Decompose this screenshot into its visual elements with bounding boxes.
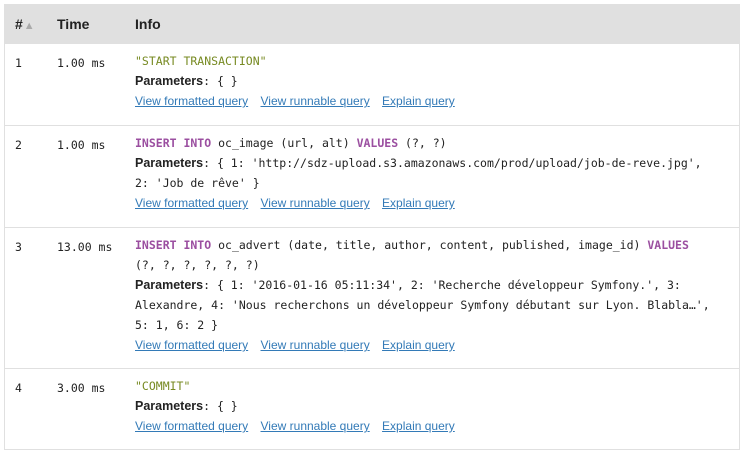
parameters-continued: 2: 'Job de rêve' } <box>135 176 260 190</box>
parameters-value: : { } <box>203 399 238 413</box>
parameters-label: Parameters <box>135 74 204 88</box>
sql-keyword: INSERT INTO <box>135 136 212 150</box>
row-info: INSERT INTO oc_advert (date, title, auth… <box>135 235 729 355</box>
explain-query-link[interactable]: Explain query <box>382 338 455 352</box>
parameters-continued: Alexandre, 4: 'Nous recherchons un dével… <box>135 298 710 312</box>
table-header: #▲ Time Info <box>5 5 739 44</box>
parameters-value: : { 1: '2016-01-16 05:11:34', 2: 'Recher… <box>203 278 681 292</box>
row-time: 1.00 ms <box>57 56 106 70</box>
explain-query-link[interactable]: Explain query <box>382 196 455 210</box>
sql-text: INSERT INTO oc_advert (date, title, auth… <box>135 235 729 255</box>
row-number: 2 <box>15 138 22 152</box>
view-formatted-query-link[interactable]: View formatted query <box>135 338 248 352</box>
explain-query-link[interactable]: Explain query <box>382 94 455 108</box>
parameters-label: Parameters <box>135 156 204 170</box>
parameters-line: Parameters: { } <box>135 71 729 91</box>
sql-body: oc_advert (date, title, author, content,… <box>211 238 648 252</box>
header-num-label: # <box>15 16 23 32</box>
sql-keyword: VALUES <box>356 136 399 150</box>
sql-keyword: VALUES <box>647 238 689 252</box>
table-row: 1 1.00 ms "START TRANSACTION" Parameters… <box>5 44 739 126</box>
parameters-line: Parameters: { } <box>135 396 729 416</box>
query-links: View formatted query View runnable query… <box>135 335 729 355</box>
row-time: 3.00 ms <box>57 381 106 395</box>
parameters-line: Parameters: { 1: '2016-01-16 05:11:34', … <box>135 275 729 295</box>
parameters-value: : { 1: 'http://sdz-upload.s3.amazonaws.c… <box>203 156 702 170</box>
sql-body: (?, ?) <box>398 136 447 150</box>
parameters-label: Parameters <box>135 278 204 292</box>
view-runnable-query-link[interactable]: View runnable query <box>261 338 370 352</box>
sql-text: "START TRANSACTION" <box>135 54 267 68</box>
header-num[interactable]: #▲ <box>15 16 35 32</box>
sql-body: oc_image (url, alt) <box>211 136 357 150</box>
view-runnable-query-link[interactable]: View runnable query <box>261 94 370 108</box>
sort-asc-icon[interactable]: ▲ <box>24 20 35 32</box>
parameters-continued: 5: 1, 6: 2 } <box>135 318 219 332</box>
view-formatted-query-link[interactable]: View formatted query <box>135 94 248 108</box>
view-formatted-query-link[interactable]: View formatted query <box>135 419 248 433</box>
row-info: "COMMIT" Parameters: { } View formatted … <box>135 376 729 436</box>
query-links: View formatted query View runnable query… <box>135 91 729 111</box>
view-runnable-query-link[interactable]: View runnable query <box>261 196 370 210</box>
table-row: 3 13.00 ms INSERT INTO oc_advert (date, … <box>5 228 739 369</box>
view-formatted-query-link[interactable]: View formatted query <box>135 196 248 210</box>
table-row: 4 3.00 ms "COMMIT" Parameters: { } View … <box>5 369 739 449</box>
header-time: Time <box>57 16 90 32</box>
header-info: Info <box>135 16 161 32</box>
sql-text: "COMMIT" <box>135 379 191 393</box>
sql-text-continued: (?, ?, ?, ?, ?, ?) <box>135 258 260 272</box>
row-time: 1.00 ms <box>57 138 106 152</box>
row-info: "START TRANSACTION" Parameters: { } View… <box>135 51 729 111</box>
row-number: 4 <box>15 381 22 395</box>
parameters-label: Parameters <box>135 399 204 413</box>
table-row: 2 1.00 ms INSERT INTO oc_image (url, alt… <box>5 126 739 228</box>
parameters-line: Parameters: { 1: 'http://sdz-upload.s3.a… <box>135 153 729 173</box>
parameters-value: : { } <box>203 74 238 88</box>
sql-keyword: INSERT INTO <box>135 238 212 252</box>
row-time: 13.00 ms <box>57 240 113 254</box>
row-info: INSERT INTO oc_image (url, alt) VALUES (… <box>135 133 729 213</box>
query-panel: #▲ Time Info 1 1.00 ms "START TRANSACTIO… <box>4 4 740 450</box>
query-links: View formatted query View runnable query… <box>135 193 729 213</box>
query-links: View formatted query View runnable query… <box>135 416 729 436</box>
view-runnable-query-link[interactable]: View runnable query <box>261 419 370 433</box>
explain-query-link[interactable]: Explain query <box>382 419 455 433</box>
row-number: 3 <box>15 240 22 254</box>
sql-text: INSERT INTO oc_image (url, alt) VALUES (… <box>135 133 729 153</box>
row-number: 1 <box>15 56 22 70</box>
